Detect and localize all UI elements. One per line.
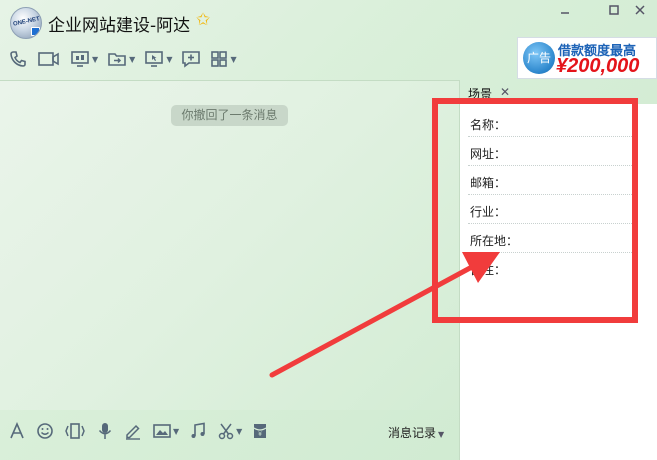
ad-logo-icon: 广告: [523, 42, 555, 74]
star-icon[interactable]: ✩: [196, 10, 210, 30]
contact-avatar[interactable]: ONE-NET: [10, 7, 42, 39]
add-chat-icon[interactable]: [181, 49, 201, 69]
red-packet-icon[interactable]: ¥: [252, 422, 268, 440]
music-icon[interactable]: [189, 422, 207, 440]
chevron-down-icon[interactable]: ▼: [230, 55, 236, 64]
phone-icon[interactable]: [8, 49, 28, 69]
message-area[interactable]: [0, 81, 459, 410]
chevron-down-icon[interactable]: ▼: [173, 427, 179, 436]
voice-icon[interactable]: [96, 422, 114, 440]
chevron-down-icon[interactable]: ▼: [92, 55, 98, 64]
chat-window: ONE-NET 企业网站建设-阿达 ✩ ▼ ▼ ▼ ▼ 广告 借款额度最高 ¥2…: [0, 0, 657, 460]
screen-share-icon[interactable]: ▼: [70, 49, 98, 69]
screenshot-icon[interactable]: ▼: [217, 422, 242, 440]
image-icon[interactable]: ▼: [152, 422, 179, 440]
window-title: 企业网站建设-阿达: [48, 16, 191, 36]
system-message: 你撤回了一条消息: [171, 105, 288, 126]
chevron-down-icon[interactable]: ▼: [129, 55, 135, 64]
chat-toolbar: ▼ ▼ ▼ ▼: [8, 46, 246, 72]
font-icon[interactable]: [8, 422, 26, 440]
tab-close-icon[interactable]: ✕: [500, 85, 510, 99]
ad-amount: ¥200,000: [556, 55, 640, 77]
chevron-down-icon[interactable]: ▼: [166, 55, 172, 64]
chevron-down-icon[interactable]: ▼: [236, 427, 242, 436]
video-call-icon[interactable]: [37, 49, 61, 69]
handwriting-icon[interactable]: [124, 422, 142, 440]
ad-banner[interactable]: 广告 借款额度最高 ¥200,000: [517, 37, 657, 79]
annotation-box: [432, 98, 638, 323]
maximize-icon[interactable]: [604, 3, 624, 21]
minimize-icon[interactable]: [555, 3, 575, 21]
emoji-icon[interactable]: [36, 422, 54, 440]
message-history-label: 消息记录: [388, 426, 437, 440]
remote-desktop-icon[interactable]: ▼: [144, 49, 172, 69]
file-transfer-icon[interactable]: ▼: [107, 49, 135, 69]
title-bar: ONE-NET 企业网站建设-阿达 ✩: [0, 0, 657, 42]
close-icon[interactable]: [630, 3, 650, 21]
device-badge-icon: [31, 27, 40, 36]
apps-grid-icon[interactable]: ▼: [210, 50, 237, 68]
shake-icon[interactable]: [64, 422, 86, 440]
message-history-button[interactable]: 消息记录 ▼: [388, 424, 444, 441]
svg-text:¥: ¥: [258, 431, 262, 438]
chevron-down-icon[interactable]: ▼: [438, 430, 444, 439]
